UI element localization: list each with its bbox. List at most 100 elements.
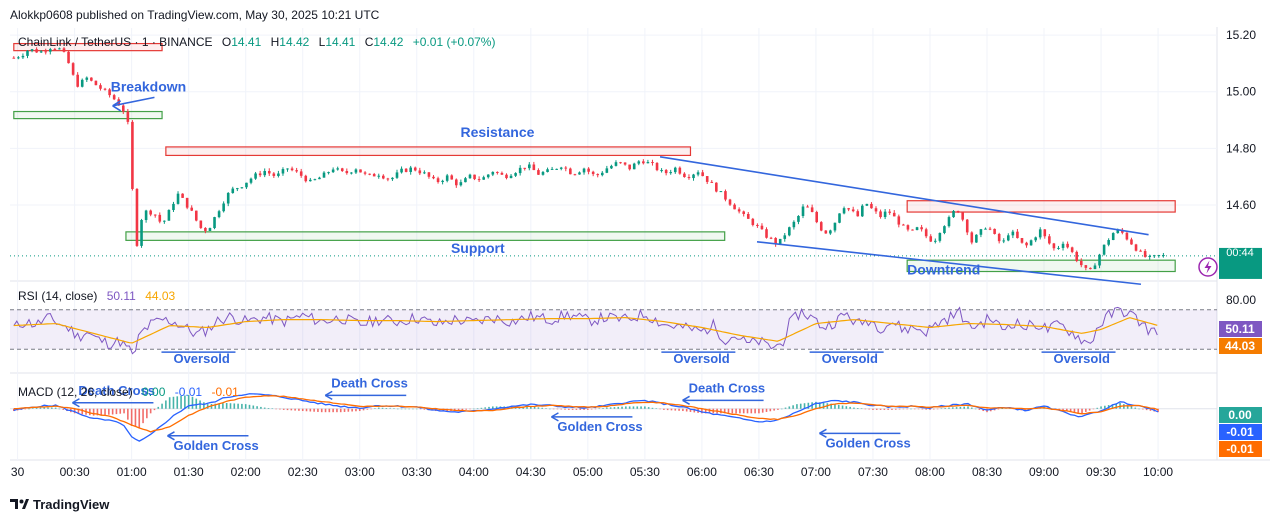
candle-down (1143, 251, 1147, 257)
macd-histogram-bar (891, 408, 893, 410)
candle-down (819, 222, 823, 231)
candle-up (80, 79, 84, 87)
annotation-death-cross[interactable]: Death Cross (331, 375, 408, 390)
macd-histogram-bar (324, 408, 327, 413)
candle-down (847, 208, 850, 210)
resistance-zone[interactable] (165, 146, 692, 157)
macd-histogram-bar (320, 408, 323, 413)
macd-signal-badge: -0.01 (1219, 441, 1262, 457)
annotation-oversold[interactable]: Oversold (822, 351, 878, 366)
support-zone[interactable] (13, 110, 163, 120)
macd-histogram-bar (492, 406, 494, 409)
macd-histogram-bar (1134, 407, 1137, 409)
candle-up (943, 226, 946, 233)
annotation-golden-cross[interactable]: Golden Cross (825, 435, 910, 450)
macd-histogram-bar (841, 405, 844, 409)
support-zone[interactable] (125, 231, 726, 241)
candle-down (733, 204, 736, 210)
macd-histogram-bar (598, 408, 601, 410)
rsi-legend[interactable]: RSI (14, close) 50.11 44.03 (18, 289, 176, 303)
time-tick-label: 30 (11, 465, 25, 479)
last-price-value: 14.42 (1225, 231, 1255, 245)
ohlc-high: 14.42 (279, 35, 309, 49)
macd-histogram-bar (777, 408, 779, 410)
macd-histogram-bar (28, 408, 30, 410)
trend-line[interactable] (659, 156, 1149, 236)
macd-histogram-bar (480, 407, 483, 409)
macd-signal-legend: -0.01 (211, 385, 239, 399)
rsi-value-badge: 50.11 (1219, 321, 1262, 337)
macd-histogram-bar (967, 406, 969, 409)
macd-histogram-bar (883, 408, 886, 410)
macd-histogram-bar (609, 407, 612, 409)
macd-histogram-bar (875, 408, 878, 410)
candle-up (249, 178, 253, 183)
macd-histogram-bar (533, 406, 536, 409)
macd-histogram-bar (1142, 408, 1144, 410)
candle-up (1034, 237, 1037, 241)
candle-down (924, 229, 928, 237)
bar-countdown: 00:44 (1226, 247, 1254, 259)
macd-histogram-bar (381, 407, 384, 409)
annotation-oversold[interactable]: Oversold (1054, 351, 1110, 366)
annotation-breakdown[interactable]: Breakdown (111, 79, 186, 95)
candle-up (163, 220, 166, 222)
candle-up (979, 229, 983, 235)
candle-up (518, 167, 522, 174)
candle-up (240, 187, 244, 189)
annotation-death-cross[interactable]: Death Cross (689, 380, 766, 395)
candle-down (537, 170, 540, 175)
candle-down (295, 170, 298, 172)
candle-down (204, 227, 207, 231)
candle-down (290, 168, 294, 171)
annotation-golden-cross[interactable]: Golden Cross (173, 438, 258, 453)
candle-down (450, 175, 454, 180)
macd-histogram-bar (856, 408, 859, 409)
time-axis[interactable]: 30 00:30 01:00 01:30 02:00 02:30 03:00 03:30 04:… (11, 465, 1173, 479)
macd-histogram-bar (587, 408, 589, 410)
candle-down (897, 216, 901, 225)
lightning-icon[interactable] (1198, 257, 1218, 277)
candle-up (39, 51, 43, 53)
candle-up (30, 49, 34, 51)
candle-down (272, 173, 276, 176)
candle-up (1029, 240, 1033, 246)
candle-up (1061, 243, 1065, 248)
annotation-resistance[interactable]: Resistance (460, 124, 534, 140)
annotation-oversold[interactable]: Oversold (173, 351, 229, 366)
annotation-downtrend[interactable]: Downtrend (907, 261, 980, 277)
macd-histogram-bar (476, 408, 479, 409)
symbol-legend[interactable]: ChainLink / TetherUS · 1 · BINANCE O14.4… (18, 35, 495, 49)
rsi-ma-badge: 44.03 (1219, 338, 1262, 354)
annotation-support[interactable]: Support (451, 240, 505, 256)
ohlc-close: 14.42 (373, 35, 403, 49)
candle-up (1111, 233, 1115, 241)
macd-histogram-bar (853, 407, 855, 409)
candle-up (172, 203, 175, 211)
candle-down (1134, 244, 1138, 251)
candle-up (632, 163, 636, 170)
macd-histogram-bar (168, 397, 171, 409)
candle-down (523, 167, 527, 169)
candle-down (121, 105, 125, 112)
macd-histogram-bar (682, 408, 684, 412)
macd-histogram-bar (157, 406, 160, 409)
candle-down (906, 225, 910, 230)
macd-histogram-bar (123, 408, 125, 414)
svg-text:ChainLink / TetherUS · 1 · BIN: ChainLink / TetherUS · 1 · BINANCE O14.4… (18, 35, 495, 49)
macd-histogram-bar (792, 405, 794, 409)
candle-down (1079, 261, 1083, 266)
time-tick-label: 02:00 (231, 465, 261, 479)
candle-up (350, 172, 353, 174)
annotation-oversold[interactable]: Oversold (673, 351, 729, 366)
candle-up (1162, 255, 1165, 257)
tradingview-logo[interactable]: TradingView (10, 497, 110, 512)
annotation-golden-cross[interactable]: Golden Cross (557, 419, 642, 434)
candle-down (728, 199, 732, 205)
price-axis[interactable]: 15.20 15.00 14.80 14.60 (1226, 28, 1256, 212)
macd-histogram-bar (237, 403, 239, 409)
macd-legend[interactable]: MACD (12, 26, close) 0.00 -0.01 -0.01 (18, 385, 239, 399)
candle-up (669, 172, 673, 174)
candle-up (1107, 240, 1110, 245)
candle-down (477, 179, 481, 181)
